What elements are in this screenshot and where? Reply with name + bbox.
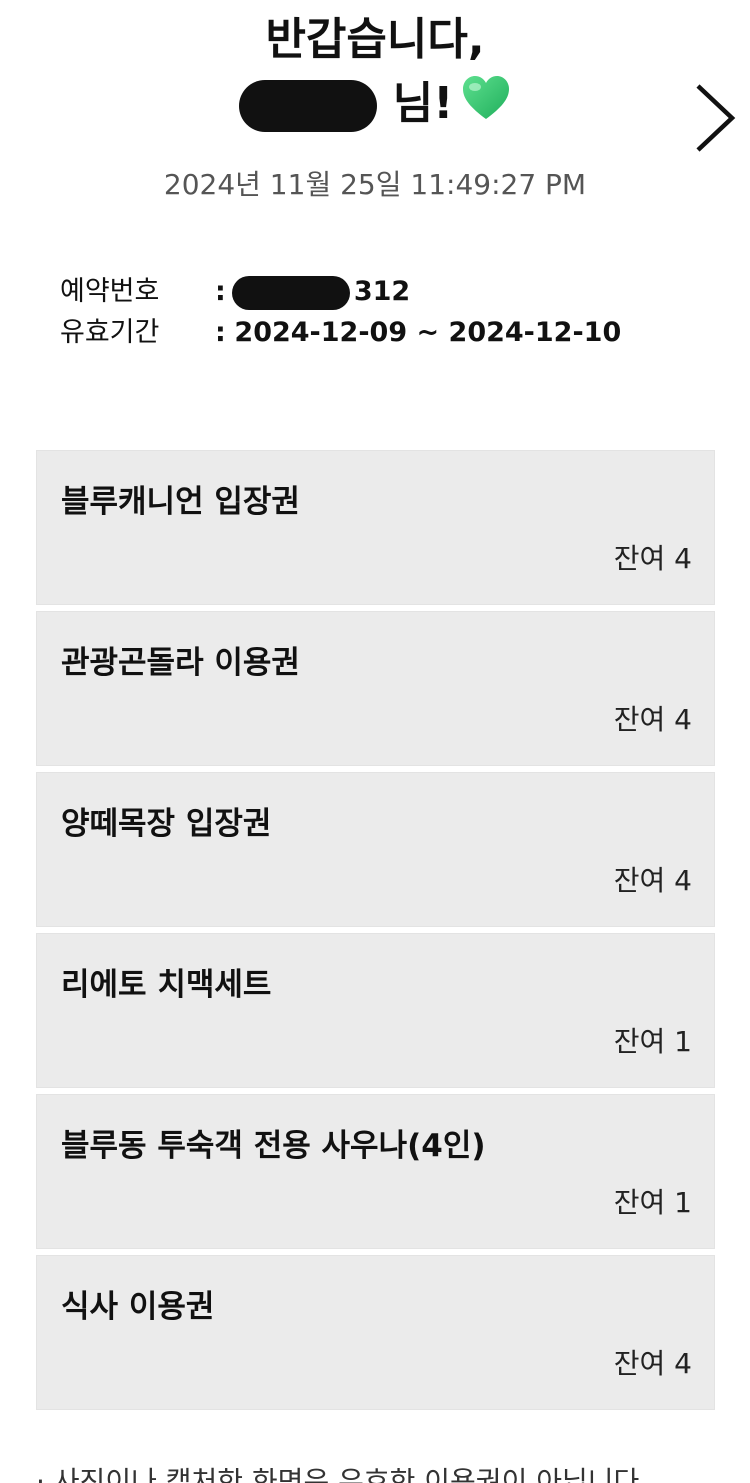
redacted-user-name	[238, 80, 377, 132]
ticket-card-sheep-farm[interactable]: 양떼목장 입장권 잔여 4	[36, 772, 715, 927]
ticket-remaining: 잔여 1	[613, 1186, 692, 1219]
validity-period-value: 2024-12-09 ~ 2024-12-10	[234, 317, 622, 348]
redacted-reservation-number	[231, 275, 350, 310]
capture-notice: · 사진이나 캡처한 화면은 유효한 이용권이 아닙니다	[36, 1465, 640, 1483]
reservation-number-label: 예약번호	[60, 276, 160, 307]
ticket-name: 식사 이용권	[61, 1289, 215, 1325]
issue-timestamp: 2024년 11월 25일 11:49:27 PM	[163, 168, 587, 201]
validity-period-row: 유효기간: 2024-12-09 ~ 2024-12-10	[60, 313, 621, 353]
ticket-card-gondola[interactable]: 관광곤돌라 이용권 잔여 4	[36, 611, 715, 766]
next-chevron-button[interactable]	[690, 80, 740, 160]
reservation-page: 반갑습니다, 님! 2024년 11월 25일 11:49:27 PM 예약번호…	[0, 0, 750, 1483]
greeting-name-line: 님!	[0, 74, 750, 137]
green-heart-icon	[461, 75, 511, 137]
reservation-number-separator: :	[215, 276, 226, 307]
chevron-right-icon	[696, 84, 736, 152]
ticket-remaining: 잔여 4	[613, 864, 692, 897]
validity-period-label: 유효기간	[60, 317, 160, 348]
ticket-remaining: 잔여 4	[613, 1347, 692, 1380]
ticket-card-chimaek-set[interactable]: 리에토 치맥세트 잔여 1	[36, 933, 715, 1088]
greeting-title: 반갑습니다,	[265, 14, 485, 65]
ticket-remaining: 잔여 4	[613, 703, 692, 736]
ticket-remaining: 잔여 1	[613, 1025, 692, 1058]
ticket-name: 블루캐니언 입장권	[61, 484, 300, 520]
validity-period-separator: :	[215, 317, 226, 348]
ticket-card-meal[interactable]: 식사 이용권 잔여 4	[36, 1255, 715, 1410]
ticket-remaining: 잔여 4	[613, 542, 692, 575]
reservation-number-value: 312	[353, 276, 411, 307]
ticket-name: 양떼목장 입장권	[61, 806, 272, 842]
ticket-card-blue-canyon[interactable]: 블루캐니언 입장권 잔여 4	[36, 450, 715, 605]
reservation-number-row: 예약번호: 312	[60, 272, 410, 312]
greeting-suffix: 님!	[392, 78, 454, 129]
ticket-name: 관광곤돌라 이용권	[61, 645, 300, 681]
ticket-name: 리에토 치맥세트	[61, 967, 272, 1003]
ticket-card-sauna[interactable]: 블루동 투숙객 전용 사우나(4인) 잔여 1	[36, 1094, 715, 1249]
ticket-name: 블루동 투숙객 전용 사우나(4인)	[61, 1128, 486, 1164]
